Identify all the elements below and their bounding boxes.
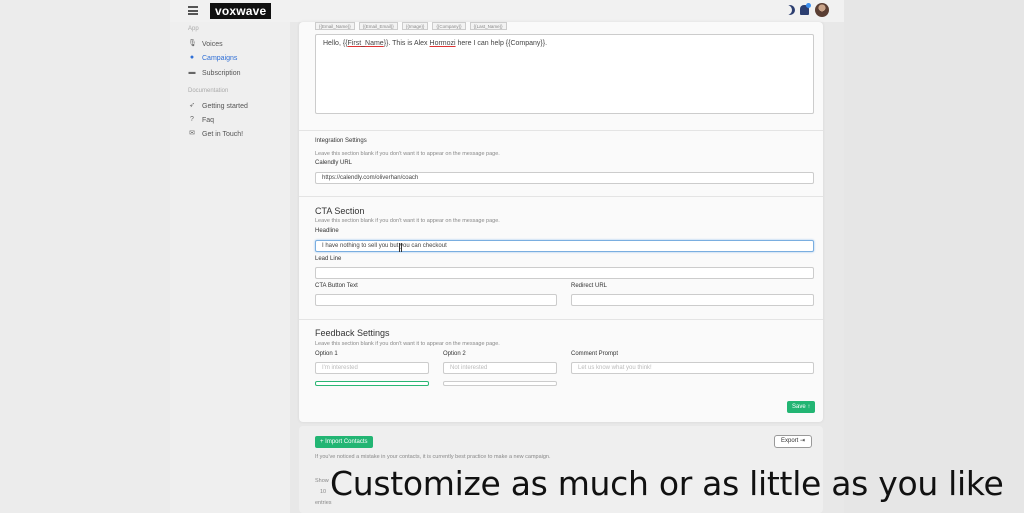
- headline-label: Headline: [315, 228, 339, 234]
- sidebar-item-faq[interactable]: ? Faq: [188, 114, 214, 126]
- comment-prompt-input[interactable]: Let us know what you think!: [571, 362, 814, 374]
- rocket-icon: ➶: [189, 102, 195, 109]
- entries-count-select[interactable]: 10: [320, 489, 326, 495]
- option1-input[interactable]: I'm interested: [315, 362, 429, 374]
- video-caption: Customize as much or as little as you li…: [330, 464, 1004, 503]
- avatar[interactable]: [815, 3, 829, 17]
- option2-color-bar[interactable]: [443, 381, 557, 386]
- sidebar-item-label: Faq: [202, 116, 215, 124]
- message-text: Hormozi: [429, 40, 456, 47]
- sidebar-section-docs: Documentation: [188, 88, 229, 94]
- option1-color-bar[interactable]: [315, 381, 429, 386]
- sidebar-item-voices[interactable]: 🎙 Voices: [188, 38, 223, 50]
- option1-label: Option 1: [315, 351, 338, 357]
- comment-prompt-label: Comment Prompt: [571, 351, 619, 357]
- lead-line-input[interactable]: [315, 267, 814, 279]
- sidebar: [170, 22, 290, 513]
- show-label: Show: [315, 478, 329, 484]
- message-text: Hello, {{: [323, 40, 348, 47]
- calendly-label: Calendly URL: [315, 160, 353, 166]
- export-icon: ⇥: [800, 438, 806, 444]
- message-text: here I can help {{Company}}.: [455, 40, 548, 47]
- sidebar-item-get-in-touch[interactable]: ✉ Get in Touch!: [188, 128, 243, 140]
- sidebar-item-getting-started[interactable]: ➶ Getting started: [188, 100, 248, 112]
- chat-icon: ●: [189, 54, 195, 61]
- redirect-url-input[interactable]: [571, 294, 814, 306]
- question-icon: ?: [190, 116, 194, 123]
- divider: [299, 130, 823, 131]
- sidebar-item-label: Getting started: [202, 102, 248, 110]
- sidebar-item-label: Get in Touch!: [202, 130, 244, 138]
- divider: [299, 196, 823, 197]
- mail-icon: ✉: [189, 130, 195, 137]
- integration-settings-title: Integration Settings: [315, 138, 367, 144]
- calendly-url-input[interactable]: https://calendly.com/oliverhan/coach: [315, 172, 814, 184]
- sidebar-item-subscription[interactable]: ▬ Subscription: [188, 67, 241, 79]
- message-text: }}. This is Alex: [383, 40, 430, 47]
- template-tag[interactable]: {{Last_Name}}: [469, 22, 507, 30]
- option2-label: Option 2: [443, 351, 466, 357]
- headline-input[interactable]: I have nothing to sell you but you can c…: [315, 240, 814, 252]
- feedback-settings-title: Feedback Settings: [315, 328, 390, 338]
- message-textarea[interactable]: Hello, {{First_Name}}. This is Alex Horm…: [315, 34, 814, 114]
- moon-icon[interactable]: [785, 5, 795, 15]
- template-tag[interactable]: {{Company}}: [432, 22, 466, 30]
- template-tag[interactable]: {{Image}}: [401, 22, 429, 30]
- text-cursor-icon: [399, 243, 402, 252]
- save-button[interactable]: Save ↑: [787, 401, 816, 413]
- message-text: First_Name: [347, 40, 384, 47]
- right-margin: [844, 0, 1024, 513]
- notification-dot: [806, 3, 811, 8]
- left-margin: [0, 0, 170, 513]
- lead-line-label: Lead Line: [315, 256, 342, 262]
- redirect-url-label: Redirect URL: [571, 283, 608, 289]
- template-tag[interactable]: {{Email_Email}}: [358, 22, 398, 30]
- app-logo[interactable]: voxwave: [210, 3, 272, 19]
- cta-button-text-input[interactable]: [315, 294, 557, 306]
- export-button[interactable]: Export ⇥: [774, 435, 813, 448]
- contacts-notice: If you've noticed a mistake in your cont…: [315, 454, 551, 460]
- sidebar-item-label: Subscription: [202, 69, 241, 77]
- card-icon: ▬: [188, 69, 196, 76]
- import-contacts-button[interactable]: + Import Contacts: [315, 436, 373, 448]
- integration-help: Leave this section blank if you don't wa…: [315, 151, 500, 157]
- cta-button-text-label: CTA Button Text: [315, 283, 358, 289]
- sidebar-item-label: Voices: [202, 40, 223, 48]
- template-tag[interactable]: {{Email_Name}}: [315, 22, 355, 30]
- microphone-icon: 🎙: [188, 40, 197, 47]
- sidebar-item-campaigns[interactable]: ● Campaigns: [188, 52, 238, 64]
- cta-section-title: CTA Section: [315, 206, 365, 216]
- feedback-help: Leave this section blank if you don't wa…: [315, 341, 500, 347]
- sidebar-item-label: Campaigns: [202, 54, 238, 62]
- cta-help: Leave this section blank if you don't wa…: [315, 218, 500, 224]
- export-label: Export: [781, 438, 799, 444]
- template-tags: {{Email_Name}} {{Email_Email}} {{Image}}…: [315, 22, 507, 30]
- sidebar-section-app: App: [188, 26, 199, 32]
- option2-input[interactable]: Not interested: [443, 362, 557, 374]
- divider: [299, 319, 823, 320]
- menu-icon[interactable]: [188, 6, 198, 15]
